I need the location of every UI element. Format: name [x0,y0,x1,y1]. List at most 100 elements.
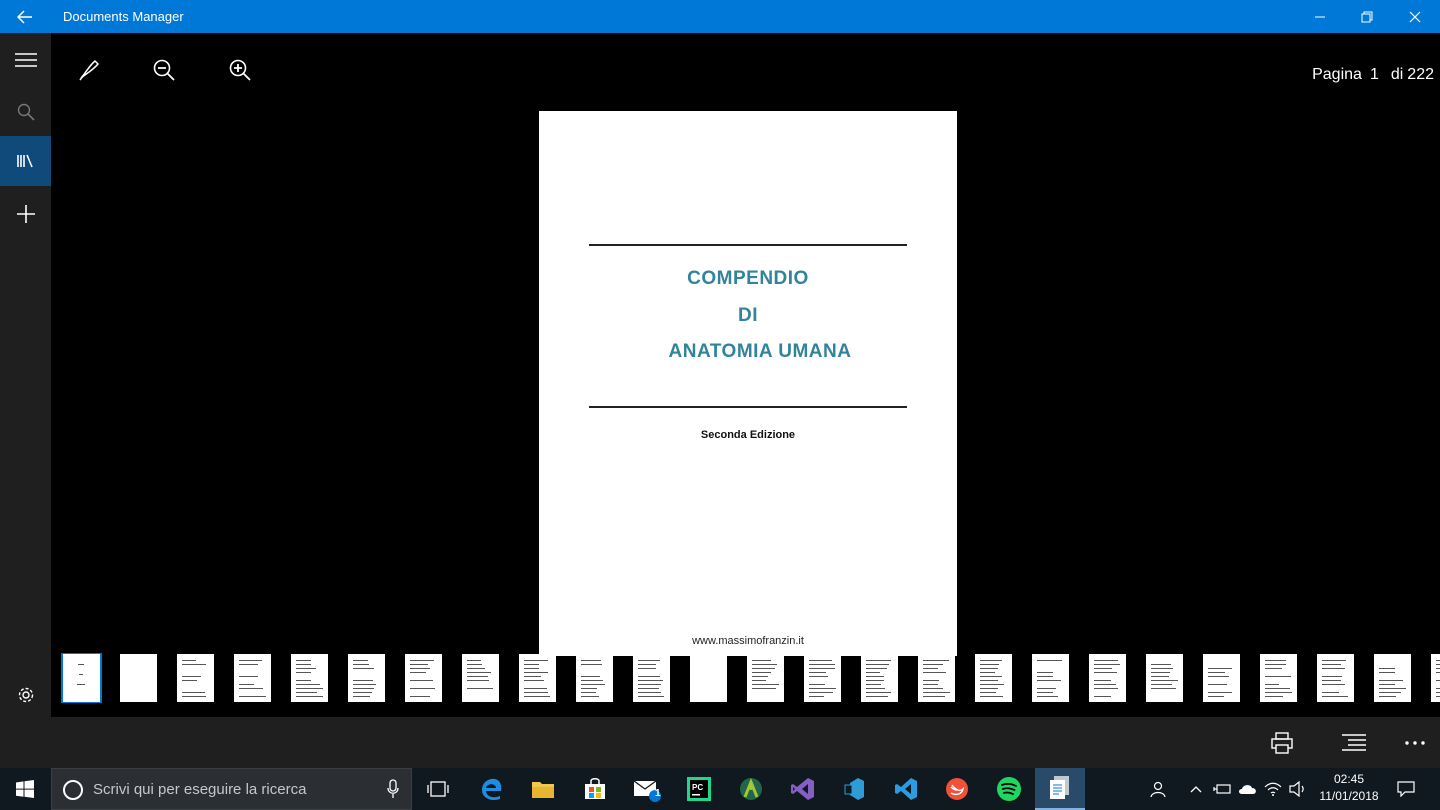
document-page[interactable]: COMPENDIO DI ANATOMIA UMANA Seconda Ediz… [539,111,957,656]
onedrive-button[interactable] [1237,768,1259,810]
close-button[interactable] [1392,0,1438,33]
thumbnail-line [1151,668,1173,669]
thumbnail-line [923,668,938,669]
page-thumbnail[interactable] [1260,654,1297,702]
page-thumbnail[interactable] [234,654,271,702]
zoom-in-button[interactable] [218,48,262,92]
pycharm-taskbar-button[interactable]: PC [674,768,724,810]
wifi-icon [1264,782,1282,796]
start-button[interactable] [0,768,50,810]
print-button[interactable] [1262,727,1302,759]
current-page[interactable]: 1 [1370,66,1379,83]
page-thumbnail[interactable] [63,654,100,702]
spotify-taskbar-button[interactable] [984,768,1034,810]
thumbnail-line [809,672,826,673]
page-thumbnail[interactable] [1203,654,1240,702]
thumbnail-line [866,660,891,661]
page-thumbnail[interactable] [1032,654,1069,702]
mail-taskbar-button[interactable]: 1 [622,768,672,810]
nav-library-button[interactable] [0,136,51,186]
page-thumbnail[interactable] [861,654,898,702]
people-button[interactable] [1146,768,1170,810]
page-thumbnail[interactable] [1089,654,1126,702]
page-thumbnail[interactable] [1431,654,1440,702]
visual-studio-taskbar-button[interactable] [778,768,828,810]
printer-icon [1270,732,1294,754]
back-button[interactable] [0,0,50,33]
thumbnail-line [752,664,777,665]
file-explorer-taskbar-button[interactable] [518,768,568,810]
page-thumbnail[interactable] [804,654,841,702]
zoom-out-button[interactable] [142,48,186,92]
annotate-button[interactable] [67,48,111,92]
page-thumbnail[interactable] [291,654,328,702]
zoom-in-icon [228,58,252,82]
nav-search-button[interactable] [0,87,51,137]
page-indicator: Pagina 1 di 222 [1308,66,1434,84]
restore-button[interactable] [1344,0,1390,33]
page-thumbnail[interactable] [633,654,670,702]
page-thumbnail[interactable] [348,654,385,702]
page-thumbnail[interactable] [576,654,613,702]
page-thumbnail[interactable] [462,654,499,702]
thumbnail-line [1436,664,1440,665]
hamburger-menu-button[interactable] [0,35,51,85]
task-view-button[interactable] [413,768,463,810]
page-thumbnail[interactable] [1146,654,1183,702]
more-button[interactable] [1395,727,1435,759]
thumbnail-line [923,684,938,685]
show-hidden-icons-button[interactable] [1187,768,1205,810]
nav-add-button[interactable] [0,189,51,239]
taskbar: Scrivi qui per eseguire la ricerca 1 PC [0,768,1440,810]
documents-icon [1048,775,1072,801]
taskbar-search[interactable]: Scrivi qui per eseguire la ricerca [51,768,412,810]
store-taskbar-button[interactable] [570,768,620,810]
thumbnail-line [1322,684,1345,685]
thumbnail-line [1037,676,1053,677]
thumbnail-line [1151,680,1178,681]
network-button[interactable] [1262,768,1284,810]
people-icon [1149,780,1167,798]
settings-button[interactable] [10,680,42,710]
minimize-icon [1314,11,1326,23]
thumbnail-line [809,676,828,677]
power-button[interactable] [1211,768,1233,810]
page-thumbnail[interactable] [120,654,157,702]
android-studio-taskbar-button[interactable] [726,768,776,810]
thumbnail-line [353,664,369,665]
thumbnail-line [524,660,548,661]
page-thumbnail[interactable] [519,654,556,702]
mic-button[interactable] [387,779,399,804]
vscode-taskbar-button[interactable] [881,768,931,810]
toc-button[interactable] [1334,727,1374,759]
thumbnail-line [353,680,373,681]
gear-icon [17,686,35,704]
thumbnail-line [1322,660,1346,661]
blend-taskbar-button[interactable] [829,768,879,810]
thumbnail-line [1379,696,1396,697]
page-thumbnail[interactable] [690,654,727,702]
minimize-button[interactable] [1297,0,1343,33]
volume-button[interactable] [1287,768,1309,810]
doc-title-line-3: ANATOMIA UMANA [551,341,969,363]
page-thumbnail[interactable] [975,654,1012,702]
thumbnail-line [638,676,660,677]
thumbnail-line [1094,672,1117,673]
thumbnail-line [1094,688,1118,689]
page-thumbnail[interactable] [177,654,214,702]
documents-manager-taskbar-button[interactable] [1035,768,1085,810]
action-center-button[interactable] [1392,768,1420,810]
page-thumbnail[interactable] [918,654,955,702]
thumbnail-line [1208,676,1229,677]
page-thumbnail[interactable] [747,654,784,702]
thumbnail-line [1265,688,1290,689]
thumbnail-line [239,688,263,689]
thumbnail-line [809,684,825,685]
clock[interactable]: 02:45 11/01/2018 [1314,771,1384,805]
thumbnail-line [866,672,880,673]
page-thumbnail[interactable] [1317,654,1354,702]
swift-taskbar-button[interactable] [932,768,982,810]
page-thumbnail[interactable] [405,654,442,702]
page-thumbnail[interactable] [1374,654,1411,702]
edge-taskbar-button[interactable] [467,768,517,810]
